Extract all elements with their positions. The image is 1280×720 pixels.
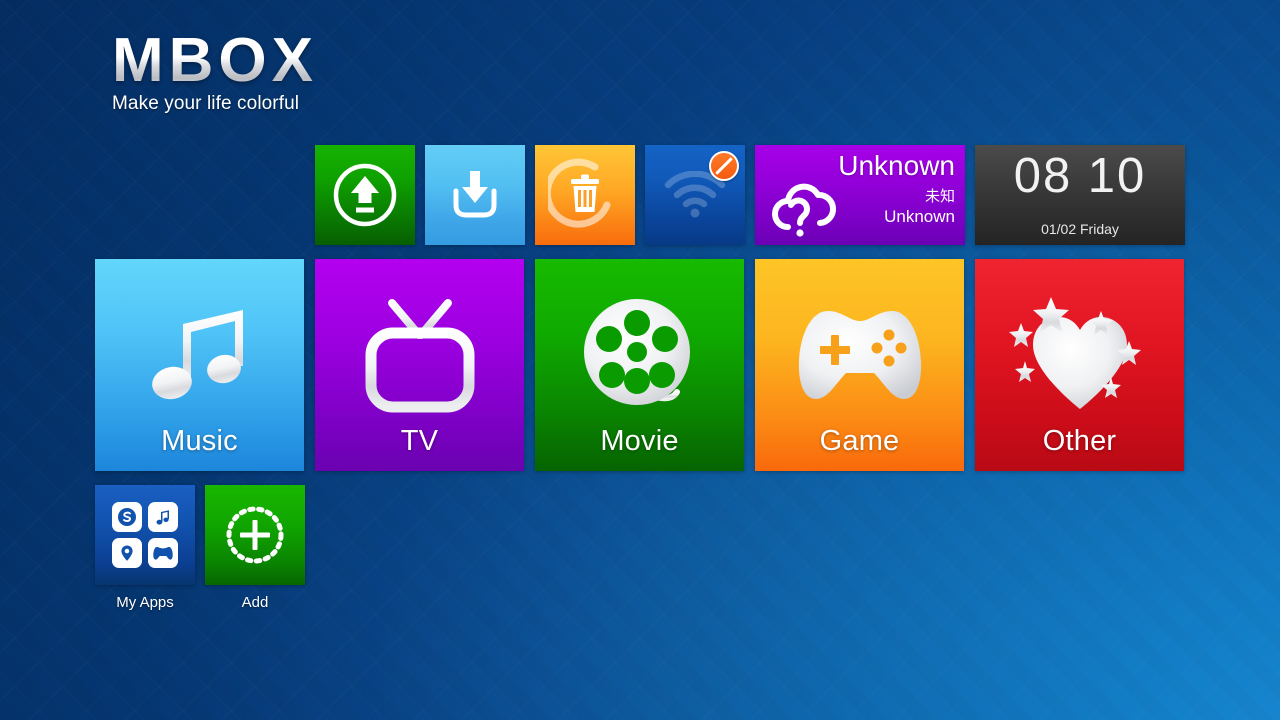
wifi-disabled-badge — [709, 151, 739, 181]
tile-label-game: Game — [819, 425, 900, 457]
film-reel-icon — [577, 294, 703, 420]
weather-condition: Unknown — [884, 206, 955, 226]
tile-clock[interactable]: 08 10 01/02 Friday — [975, 145, 1185, 245]
tile-cleanup[interactable] — [535, 145, 635, 245]
utility-tile-row: Unknown 未知 Unknown 08 10 01/02 Friday — [315, 145, 1185, 245]
tile-download[interactable] — [425, 145, 525, 245]
gamepad-icon — [148, 538, 178, 568]
logo-title: MBOX — [112, 26, 318, 95]
download-tray-icon — [444, 167, 506, 223]
tile-add[interactable] — [205, 485, 305, 585]
television-icon — [356, 295, 484, 419]
clock-time: 08 10 — [1013, 149, 1147, 203]
trash-ring-icon — [548, 158, 622, 232]
skype-icon — [112, 502, 142, 532]
music-note-icon — [148, 502, 178, 532]
brand-logo: MBOX Make your life colorful — [112, 30, 318, 115]
tile-other[interactable]: Other — [975, 259, 1184, 471]
tile-group-add: Add — [205, 485, 305, 611]
music-note-icon — [137, 294, 263, 420]
tile-tv[interactable]: TV — [315, 259, 524, 471]
tile-label-music: Music — [161, 425, 238, 457]
plus-circle-icon — [224, 504, 286, 566]
tile-label-tv: TV — [400, 425, 439, 457]
location-pin-icon — [112, 538, 142, 568]
clock-date: 01/02 Friday — [1041, 221, 1119, 237]
tile-label-movie: Movie — [600, 425, 679, 457]
weather-city: Unknown — [838, 150, 955, 181]
weather-city-cn: 未知 — [924, 187, 955, 205]
weather-text-block: Unknown 未知 Unknown — [838, 150, 955, 227]
app-grid-icon — [112, 502, 178, 568]
tile-label-other: Other — [1042, 425, 1117, 457]
tile-upgrade[interactable] — [315, 145, 415, 245]
main-tile-row: Music TV Movie Game Other — [95, 259, 1184, 471]
tile-label-my-apps: My Apps — [116, 594, 174, 611]
tile-group-my-apps: My Apps — [95, 485, 195, 611]
tile-label-add: Add — [241, 594, 269, 611]
tile-wifi[interactable] — [645, 145, 745, 245]
tile-my-apps[interactable] — [95, 485, 195, 585]
logo-tagline: Make your life colorful — [112, 93, 300, 114]
gamepad-icon — [790, 303, 930, 411]
tile-movie[interactable]: Movie — [535, 259, 744, 471]
heart-stars-icon — [1007, 295, 1153, 419]
upload-circle-icon — [332, 162, 398, 228]
tile-music[interactable]: Music — [95, 259, 304, 471]
tile-game[interactable]: Game — [755, 259, 964, 471]
cloud-question-icon — [764, 177, 838, 239]
tile-weather[interactable]: Unknown 未知 Unknown — [755, 145, 965, 245]
bottom-tile-row: My Apps Add — [95, 485, 305, 611]
